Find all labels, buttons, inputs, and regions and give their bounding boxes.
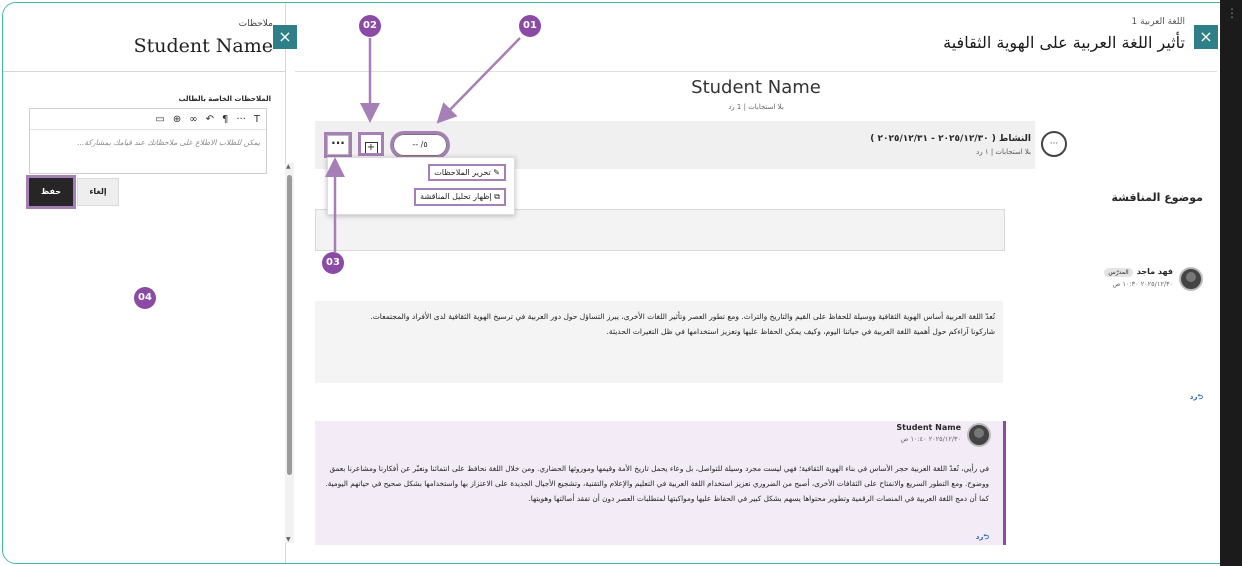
response-author-name: Student Name bbox=[896, 423, 961, 432]
link-icon[interactable]: ∞ bbox=[189, 114, 197, 125]
response-author: Student Name ٢٠٢٥/١٢/٣٠ ١٠:٤٠ ص bbox=[896, 423, 991, 447]
scroll-down-icon[interactable]: ▼ bbox=[286, 536, 291, 543]
activity-title: النشاط ( ٢٠٢٥/١٢/٣٠ - ٢٠٢٥/١٢/٣١ ) bbox=[870, 134, 1031, 144]
insert-icon[interactable]: ⊕ bbox=[173, 114, 181, 125]
more-icon[interactable]: ··· bbox=[236, 114, 246, 125]
response-body: في رأيي، تُعدّ اللغة العربية حجر الأساس … bbox=[325, 464, 989, 503]
menu-item-edit-notes[interactable]: ✎ تحرير الملاحظات bbox=[428, 164, 506, 181]
post-paragraph: تُعدّ اللغة العربية أساس الهوية الثقافية… bbox=[370, 312, 995, 321]
callout-badge-02: 02 bbox=[359, 15, 381, 37]
discussion-header: اللغة العربية 1 تأثير اللغة العربية على … bbox=[295, 3, 1217, 72]
topic-label: موضوع المناقشة bbox=[1111, 191, 1203, 204]
reply-icon: ⮌ bbox=[1197, 393, 1203, 401]
discussion-bubble-icon: ··· bbox=[1041, 131, 1067, 157]
callout-badge-03: 03 bbox=[322, 252, 344, 274]
post-author: فهد ماجدالمدرّس ٢٠٢٥/١٢/٣٠ ١٠:٣٠ ص bbox=[1104, 267, 1203, 291]
reply-link[interactable]: ⮌رد bbox=[1190, 393, 1203, 404]
cancel-button[interactable]: إلغاء bbox=[77, 178, 119, 206]
topic-box bbox=[315, 209, 1005, 251]
notes-panel: ملاحظات Student Name الملاحظات الخاصة با… bbox=[3, 3, 286, 563]
avatar bbox=[967, 423, 991, 447]
options-menu: ✎ تحرير الملاحظات ⧉ إظهار تحليل المناقشة bbox=[327, 157, 515, 215]
close-discussion-button[interactable]: × bbox=[1194, 25, 1218, 49]
author-name: فهد ماجد bbox=[1136, 267, 1173, 276]
scroll-up-icon[interactable]: ▲ bbox=[286, 163, 291, 170]
analysis-icon: ⧉ bbox=[491, 192, 500, 201]
media-icon[interactable]: ▭ bbox=[155, 114, 164, 125]
callout-badge-01: 01 bbox=[519, 15, 541, 37]
post-time: ٢٠٢٥/١٢/٣٠ ١٠:٣٠ ص bbox=[1112, 280, 1173, 288]
author-name-line: فهد ماجدالمدرّس bbox=[1104, 267, 1173, 277]
overflow-icon: ⋮ bbox=[1226, 6, 1238, 20]
notes-field-label: الملاحظات الخاصة بالطالب bbox=[178, 95, 271, 103]
plus-square-icon: + bbox=[364, 142, 378, 155]
callout-badge-04: 04 bbox=[134, 287, 156, 309]
grade-input[interactable]: -- /٥ bbox=[390, 131, 450, 159]
add-note-button[interactable]: + bbox=[358, 132, 384, 156]
activity-stats: بلا استجابات | ١ رد bbox=[976, 148, 1031, 156]
post-paragraph: شاركونا آراءكم حول أهمية اللغة العربية ف… bbox=[606, 327, 995, 336]
discussion-main: اللغة العربية 1 تأثير اللغة العربية على … bbox=[295, 3, 1217, 563]
response-time: ٢٠٢٥/١٢/٣٠ ١٠:٤٠ ص bbox=[900, 435, 961, 443]
editor-toolbar: ▭ ⊕ ∞ ↶ ¶ ··· T bbox=[30, 109, 266, 130]
more-options-button[interactable]: ··· bbox=[324, 132, 352, 158]
notes-panel-header: ملاحظات Student Name bbox=[3, 3, 285, 72]
background-edge: ⋮ bbox=[1220, 0, 1242, 566]
reply-link[interactable]: ⮌رد bbox=[976, 533, 989, 544]
notes-panel-body: الملاحظات الخاصة بالطالب ▭ ⊕ ∞ ↶ ¶ ··· T… bbox=[3, 73, 285, 563]
avatar bbox=[1179, 267, 1203, 291]
app-frame: ملاحظات Student Name الملاحظات الخاصة با… bbox=[2, 2, 1240, 564]
text-format-icon[interactable]: T bbox=[254, 114, 260, 125]
reply-icon: ⮌ bbox=[983, 533, 989, 541]
menu-item-label: تحرير الملاحظات bbox=[434, 168, 491, 177]
notes-panel-subtitle: ملاحظات bbox=[238, 19, 273, 29]
notes-panel-title: Student Name bbox=[133, 35, 273, 57]
role-badge: المدرّس bbox=[1104, 268, 1133, 277]
course-name: اللغة العربية 1 bbox=[1131, 17, 1185, 27]
discussion-title: تأثير اللغة العربية على الهوية الثقافية bbox=[943, 33, 1185, 52]
post-body: تُعدّ اللغة العربية أساس الهوية الثقافية… bbox=[315, 301, 1003, 383]
notes-editor[interactable]: ▭ ⊕ ∞ ↶ ¶ ··· T يمكن للطلاب الاطلاع على … bbox=[29, 108, 267, 174]
student-name: Student Name bbox=[691, 77, 821, 98]
notes-placeholder[interactable]: يمكن للطلاب الاطلاع على ملاحظاتك عند قيا… bbox=[30, 130, 266, 155]
paragraph-icon[interactable]: ¶ bbox=[222, 114, 228, 125]
menu-item-label: إظهار تحليل المناقشة bbox=[420, 192, 492, 201]
pencil-icon: ✎ bbox=[490, 168, 500, 177]
save-button[interactable]: حفظ bbox=[26, 175, 76, 209]
close-notes-button[interactable]: × bbox=[273, 25, 297, 49]
menu-item-show-analysis[interactable]: ⧉ إظهار تحليل المناقشة bbox=[414, 188, 506, 206]
undo-icon[interactable]: ↶ bbox=[206, 114, 214, 125]
notes-scrollbar[interactable]: ▲ ▼ bbox=[285, 163, 294, 543]
student-stats: بلا استجابات | 1 رد bbox=[728, 103, 784, 111]
student-response: Student Name ٢٠٢٥/١٢/٣٠ ١٠:٤٠ ص في رأيي،… bbox=[315, 421, 1006, 545]
scrollbar-thumb[interactable] bbox=[287, 175, 292, 475]
